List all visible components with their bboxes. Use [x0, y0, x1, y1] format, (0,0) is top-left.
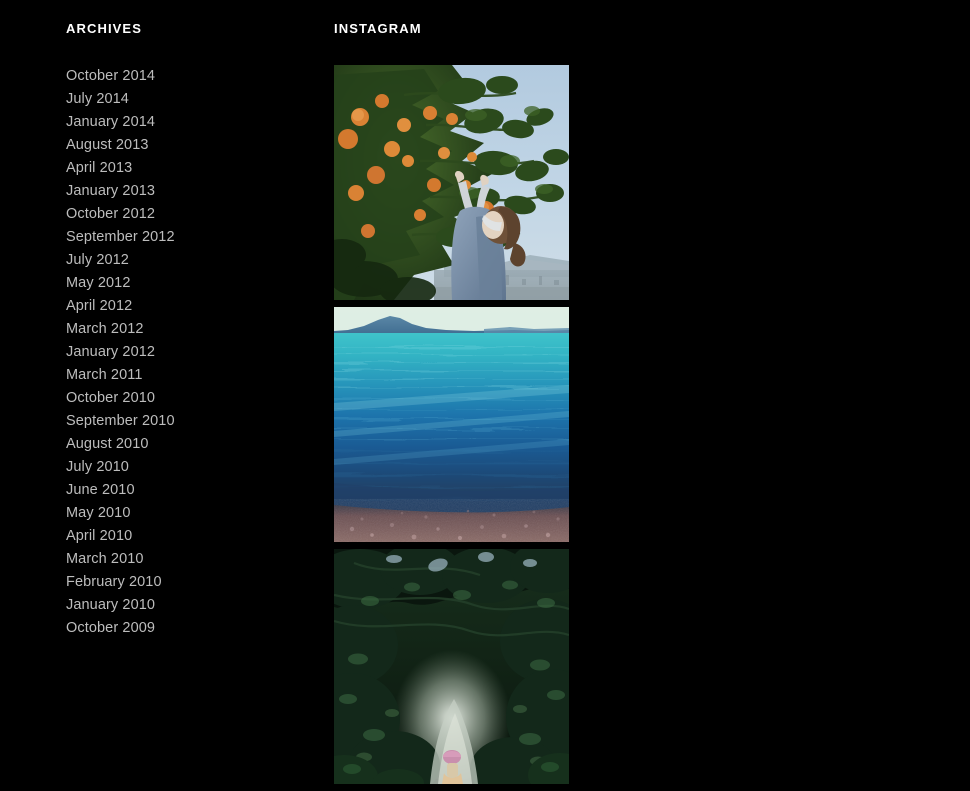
list-item: August 2013 [66, 133, 306, 156]
list-item: January 2014 [66, 110, 306, 133]
archive-link[interactable]: October 2014 [66, 68, 155, 84]
archive-link[interactable]: January 2014 [66, 114, 155, 130]
archive-link[interactable]: July 2010 [66, 459, 129, 475]
list-item: August 2010 [66, 432, 306, 455]
archive-link[interactable]: July 2014 [66, 91, 129, 107]
list-item: February 2010 [66, 570, 306, 593]
list-item: March 2011 [66, 363, 306, 386]
archive-link[interactable]: August 2013 [66, 137, 149, 153]
list-item: January 2012 [66, 340, 306, 363]
archive-link[interactable]: August 2010 [66, 436, 149, 452]
list-item: April 2013 [66, 156, 306, 179]
archive-link[interactable]: October 2010 [66, 390, 155, 406]
archive-link[interactable]: March 2012 [66, 321, 144, 337]
list-item: July 2012 [66, 248, 306, 271]
archive-link[interactable]: July 2012 [66, 252, 129, 268]
archive-link[interactable]: October 2012 [66, 206, 155, 222]
page-root: ARCHIVES October 2014 July 2014 January … [0, 0, 970, 784]
list-item: September 2010 [66, 409, 306, 432]
archives-widget: ARCHIVES October 2014 July 2014 January … [66, 22, 306, 639]
archive-link[interactable]: February 2010 [66, 574, 162, 590]
archive-link[interactable]: March 2011 [66, 367, 143, 383]
list-item: July 2014 [66, 87, 306, 110]
archive-link[interactable]: October 2009 [66, 620, 155, 636]
archive-link[interactable]: September 2010 [66, 413, 175, 429]
list-item: October 2009 [66, 616, 306, 639]
photo-orange-tree-picking[interactable] [334, 65, 569, 300]
instagram-photo-grid [334, 65, 570, 784]
list-item: March 2010 [66, 547, 306, 570]
archive-link[interactable]: April 2010 [66, 528, 132, 544]
archive-link[interactable]: January 2010 [66, 597, 155, 613]
instagram-title: INSTAGRAM [334, 21, 422, 36]
archive-link[interactable]: April 2012 [66, 298, 132, 314]
archive-link[interactable]: January 2013 [66, 183, 155, 199]
list-item: January 2013 [66, 179, 306, 202]
archive-link[interactable]: January 2012 [66, 344, 155, 360]
archive-link[interactable]: May 2012 [66, 275, 130, 291]
list-item: May 2010 [66, 501, 306, 524]
archive-link[interactable]: April 2013 [66, 160, 132, 176]
list-item: May 2012 [66, 271, 306, 294]
list-item: April 2010 [66, 524, 306, 547]
list-item: July 2010 [66, 455, 306, 478]
photo-sea-and-island[interactable] [334, 307, 569, 542]
archives-list: October 2014 July 2014 January 2014 Augu… [66, 64, 306, 639]
archive-link[interactable]: June 2010 [66, 482, 135, 498]
list-item: October 2014 [66, 64, 306, 87]
list-item: June 2010 [66, 478, 306, 501]
list-item: October 2010 [66, 386, 306, 409]
list-item: September 2012 [66, 225, 306, 248]
photo-forest-path[interactable] [334, 549, 569, 784]
list-item: March 2012 [66, 317, 306, 340]
archive-link[interactable]: May 2010 [66, 505, 130, 521]
list-item: April 2012 [66, 294, 306, 317]
archive-link[interactable]: March 2010 [66, 551, 144, 567]
instagram-widget: INSTAGRAM [334, 22, 570, 791]
list-item: January 2010 [66, 593, 306, 616]
list-item: October 2012 [66, 202, 306, 225]
archives-title: ARCHIVES [66, 21, 142, 36]
archive-link[interactable]: September 2012 [66, 229, 175, 245]
